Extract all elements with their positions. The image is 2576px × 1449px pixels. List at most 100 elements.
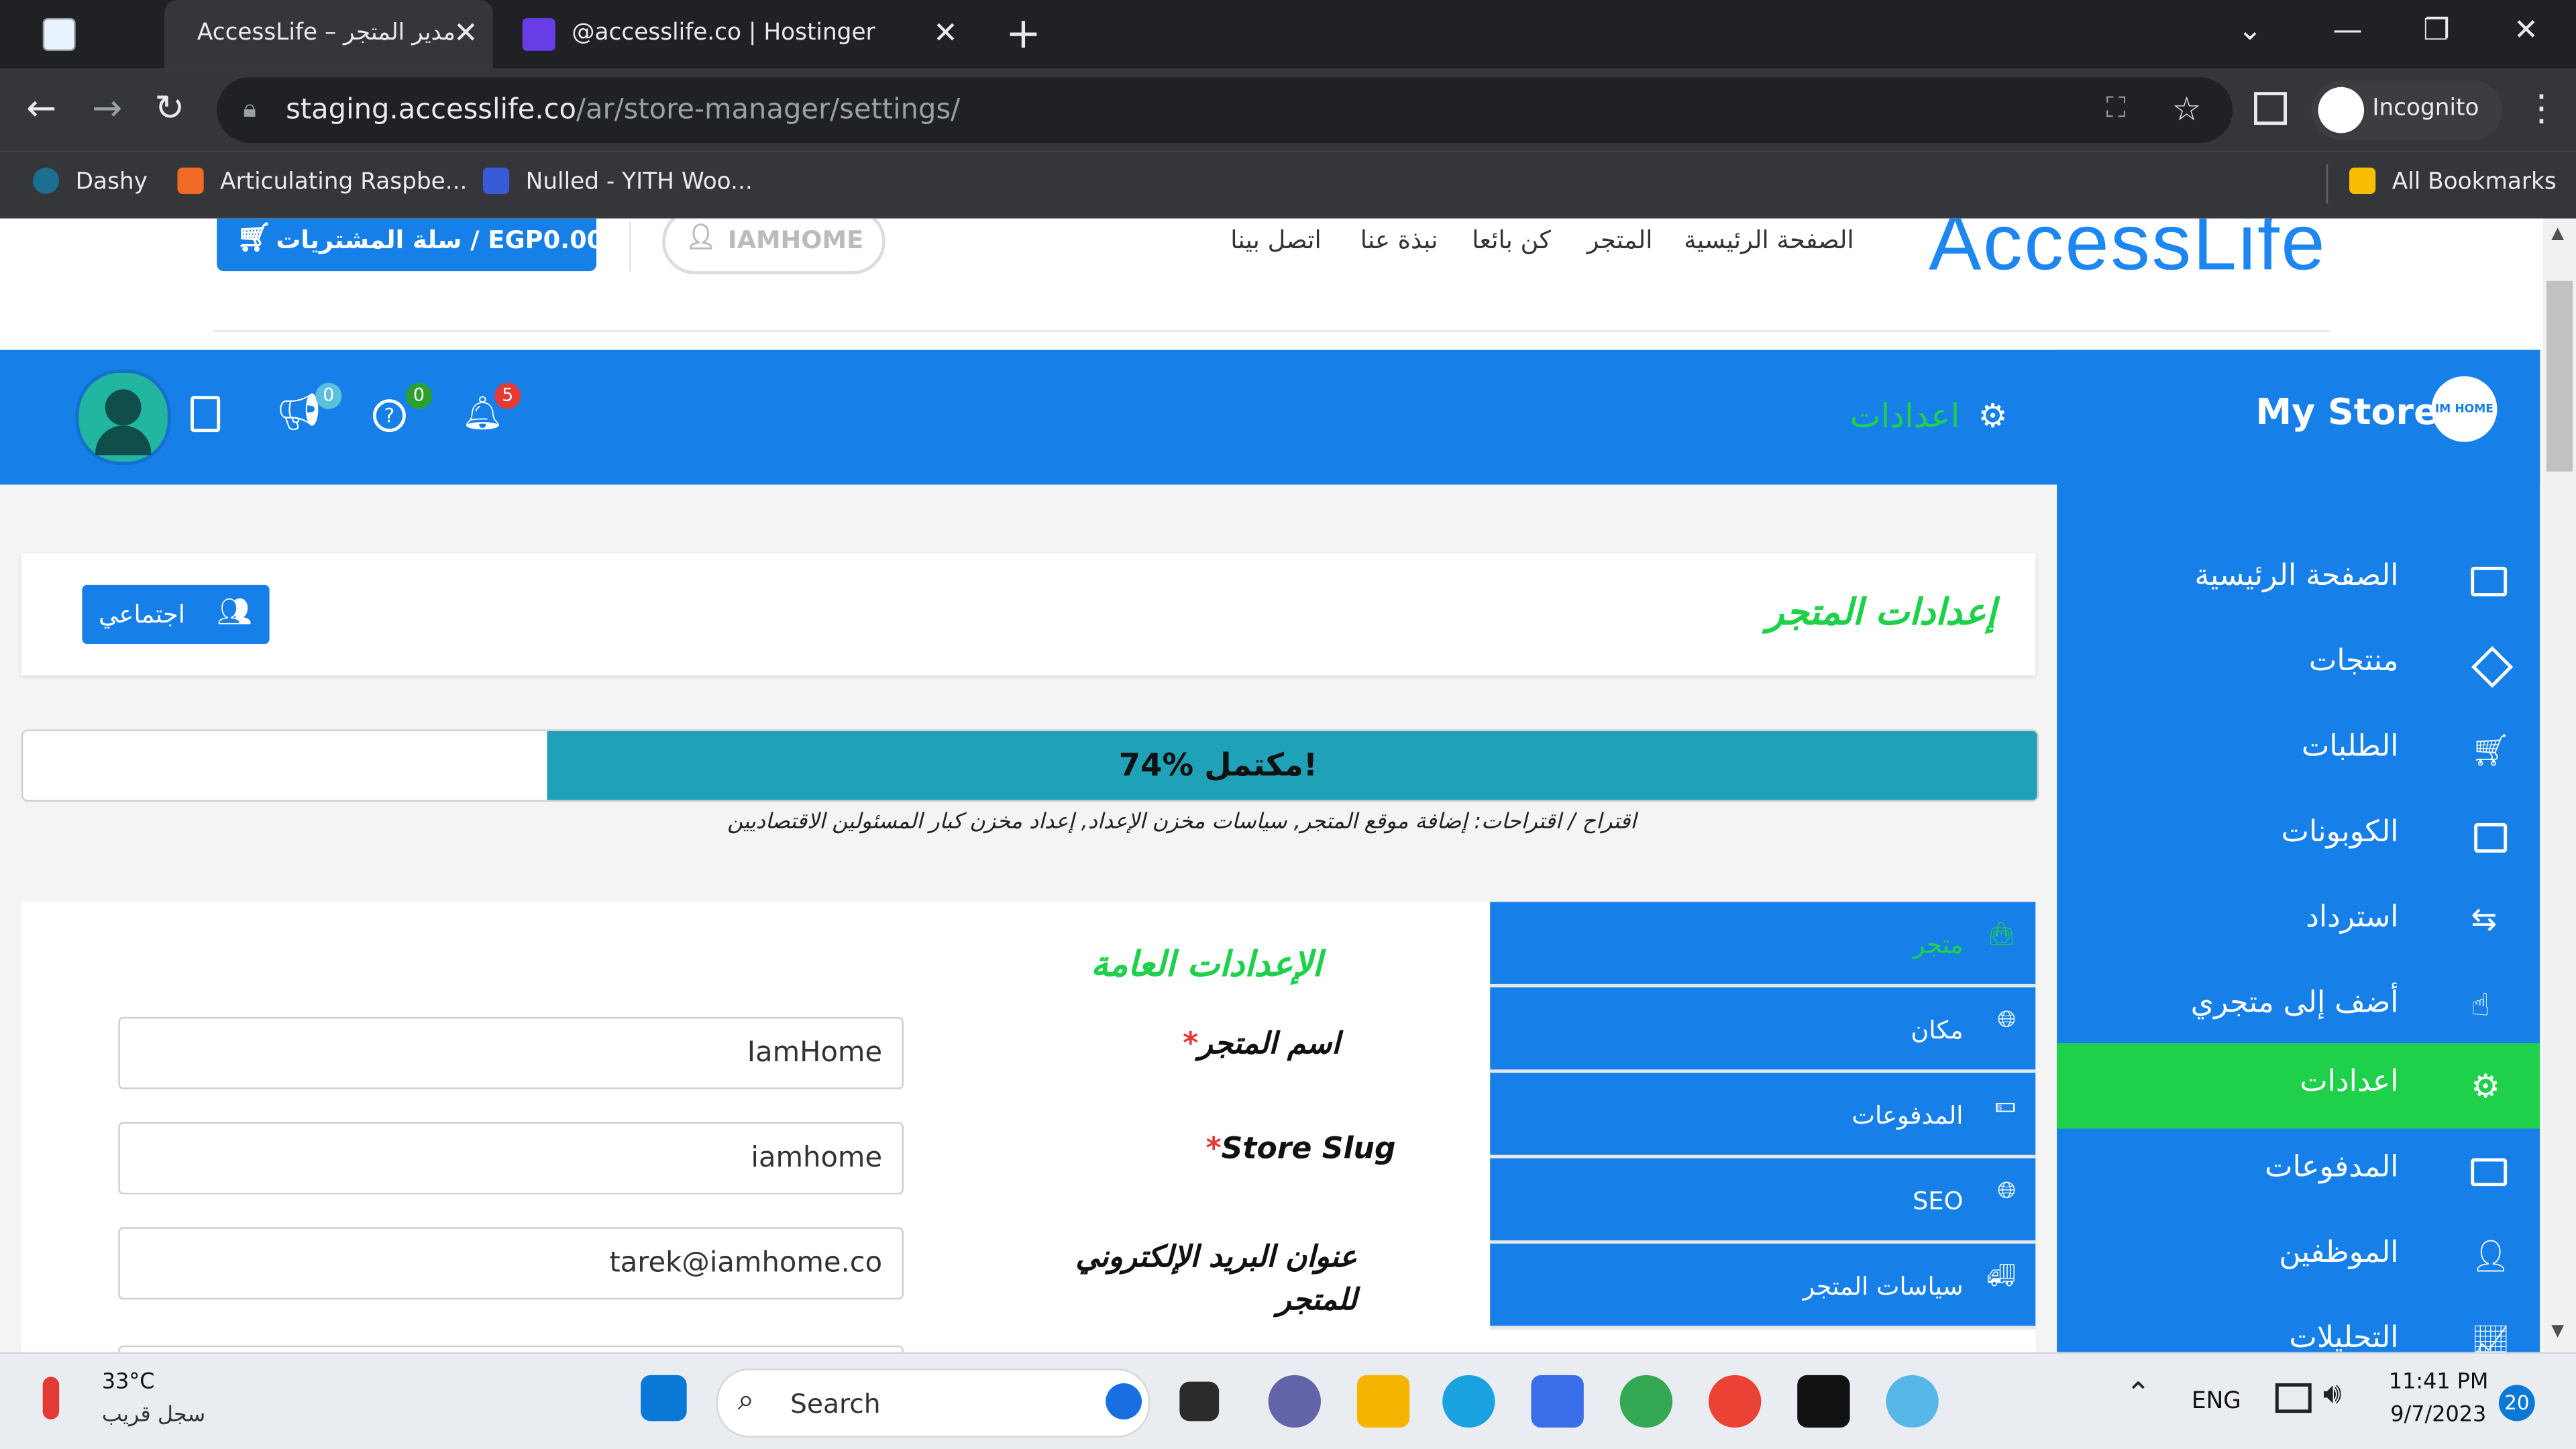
tab-store-policies[interactable]: سياسات المتجر 🚚︎ (1490, 1243, 2036, 1330)
edge-icon[interactable] (1442, 1375, 1495, 1428)
announcement-badge: 0 (315, 382, 342, 409)
teams-chat-icon[interactable] (1268, 1375, 1321, 1428)
site-logo[interactable]: AccessLife (1929, 219, 2326, 289)
task-view-icon[interactable] (1179, 1381, 1220, 1421)
scroll-down-icon[interactable]: ▼ (2551, 1322, 2564, 1340)
notification-badge: 5 (494, 382, 521, 409)
incognito-profile[interactable]: Incognito (2311, 80, 2502, 140)
chrome-icon[interactable] (1619, 1375, 1673, 1428)
social-button[interactable]: اجتماعي 👥︎ (82, 584, 270, 645)
bookmark-nulled[interactable]: Nulled - YITH Woo... (483, 167, 753, 195)
sidebar-item-analytics[interactable]: التحليلات 📈︎ (2057, 1299, 2540, 1352)
nav-store[interactable]: المتجر (1587, 225, 1653, 255)
lock-icon: 🔒︎ (243, 93, 257, 123)
close-window-icon[interactable]: ✕ (2514, 13, 2538, 48)
scrollbar-thumb[interactable] (2546, 280, 2573, 472)
sidebar-item-refund[interactable]: استرداد ⇆ (2057, 879, 2540, 964)
file-explorer-icon[interactable] (1356, 1375, 1410, 1428)
sidebar-header: My Store IM HOME (2057, 350, 2540, 485)
credit-card-icon (2471, 1158, 2508, 1187)
bing-icon[interactable] (1106, 1383, 1142, 1419)
store-logo[interactable]: IM HOME (2431, 376, 2498, 442)
bookmark-dashy[interactable]: Dashy (32, 167, 148, 195)
field-label-store-name: *اسم المتجر (1183, 1026, 1340, 1062)
tab-accesslife[interactable]: AccessLife – مدير المتجر ✕ (164, 0, 493, 69)
bookmark-star-icon[interactable]: ☆ (2172, 89, 2202, 128)
field-label-store-email: عنوان البريد الإلكتروني للمتجر (1075, 1240, 1357, 1318)
cart-icon: 🛒︎ (2471, 733, 2511, 769)
sidebar-item-add-to-store[interactable]: أضف إلى متجري ☝︎ (2057, 965, 2540, 1050)
thermometer-icon[interactable] (42, 1377, 60, 1419)
network-icon[interactable] (2275, 1383, 2312, 1413)
all-bookmarks[interactable]: All Bookmarks (2349, 167, 2557, 195)
clock-date[interactable]: 9/7/2023 (2390, 1403, 2486, 1428)
tray-chevron-icon[interactable]: ⌃ (2126, 1377, 2151, 1411)
new-tab-icon[interactable]: + (1006, 10, 1041, 59)
sidebar-item-home[interactable]: الصفحة الرئيسية (2057, 537, 2540, 623)
reload-icon[interactable]: ↻ (154, 89, 184, 129)
page-scrollbar[interactable]: ▲ ▼ (2543, 218, 2576, 1352)
tab-payments[interactable]: المدفوعات 💵︎ (1490, 1073, 2036, 1159)
clock-time[interactable]: 11:41 PM (2389, 1370, 2489, 1395)
notification-count-badge[interactable]: 20 (2498, 1385, 2535, 1421)
weather-temp[interactable]: 33°C (102, 1370, 155, 1395)
next-field-input[interactable] (118, 1345, 904, 1352)
side-panel-icon[interactable] (2254, 92, 2288, 125)
close-tab-icon[interactable]: ✕ (453, 16, 478, 50)
cart-button[interactable]: 🛒︎ سلة المشتريات / EGP0.00 (217, 218, 604, 272)
tab-search-icon[interactable] (42, 17, 76, 51)
minimize-icon[interactable]: — (2333, 13, 2363, 48)
refund-icon: ⇆ (2471, 902, 2498, 938)
bookmark-articulating[interactable]: Articulating Raspbe... (177, 167, 467, 195)
menu-dots-icon[interactable]: ⋮ (2524, 89, 2560, 129)
sidebar-item-orders[interactable]: الطلبات 🛒︎ (2057, 708, 2540, 794)
sidebar-item-staff[interactable]: الموظفين 👤︎ (2057, 1214, 2540, 1299)
store-slug-input[interactable]: iamhome (118, 1122, 904, 1195)
help-icon[interactable]: ? (372, 399, 406, 433)
chart-icon: 📈︎ (2471, 1324, 2511, 1352)
store-icon[interactable] (1531, 1375, 1584, 1428)
user-account-button[interactable]: 👤︎ IAMHOME (661, 218, 886, 274)
announcement-icon[interactable]: 📢︎ (276, 392, 321, 433)
notion-icon[interactable] (1797, 1375, 1850, 1428)
sidebar-item-products[interactable]: منتجات (2057, 623, 2540, 708)
sidebar-item-payments[interactable]: المدفوعات (2057, 1128, 2540, 1214)
gift-icon (2474, 822, 2508, 853)
nav-become-seller[interactable]: كن بائعا (1472, 225, 1551, 255)
nav-contact[interactable]: اتصل بينا (1230, 225, 1321, 255)
tab-hostinger[interactable]: @accesslife.co | Hostinger ✕ (499, 0, 975, 69)
close-tab-icon[interactable]: ✕ (933, 16, 958, 50)
sidebar-item-coupons[interactable]: الكوبونات (2057, 794, 2540, 879)
monitor-icon (2471, 566, 2508, 596)
scroll-up-icon[interactable]: ▲ (2551, 225, 2564, 244)
restore-icon[interactable]: ❐ (2423, 13, 2450, 48)
windows-start-icon[interactable] (641, 1375, 687, 1421)
knowledgebase-icon[interactable] (191, 396, 221, 433)
address-bar[interactable]: 🔒︎ staging.accesslife.co/ar/store-manage… (217, 77, 2233, 144)
url-text[interactable]: staging.accesslife.co/ar/store-manager/s… (286, 94, 960, 127)
web-page: 🛒︎ سلة المشتريات / EGP0.00 👤︎ IAMHOME ات… (0, 218, 2544, 1352)
avatar[interactable] (75, 370, 171, 466)
tab-seo[interactable]: SEO 🌐︎ (1490, 1158, 2036, 1244)
back-icon[interactable]: ← (26, 89, 56, 129)
cube-icon (2471, 646, 2514, 688)
language-indicator[interactable]: ENG (2192, 1388, 2241, 1414)
nav-about[interactable]: نبذة عنا (1360, 225, 1438, 255)
site-header: 🛒︎ سلة المشتريات / EGP0.00 👤︎ IAMHOME ات… (0, 218, 2544, 350)
chevron-down-icon[interactable]: ⌄ (2238, 13, 2263, 48)
taskbar-search[interactable]: ⌕ Search (716, 1368, 1150, 1438)
browser-toolbar: ← → ↻ 🔒︎ staging.accesslife.co/ar/store-… (0, 68, 2576, 152)
volume-icon[interactable]: 🔊︎ (2323, 1377, 2342, 1411)
sidebar-item-settings[interactable]: اعدادات ⚙︎ (2057, 1043, 2540, 1129)
tab-store[interactable]: متجر 👜︎ (1490, 902, 2036, 987)
store-name[interactable]: My Store (2255, 392, 2438, 433)
forward-icon[interactable]: → (92, 89, 122, 129)
nav-home[interactable]: الصفحة الرئيسية (1684, 225, 1854, 255)
translate-icon[interactable]: ⛶ (2106, 92, 2126, 125)
chrome-active-icon[interactable] (1708, 1375, 1762, 1428)
store-name-input[interactable]: IamHome (118, 1016, 904, 1089)
store-email-input[interactable]: tarek@iamhome.co (118, 1227, 904, 1300)
weather-desc[interactable]: سجل قريب (102, 1403, 205, 1428)
paint-icon[interactable] (1886, 1375, 1939, 1428)
tab-location[interactable]: مكان 🌐︎ (1490, 987, 2036, 1073)
